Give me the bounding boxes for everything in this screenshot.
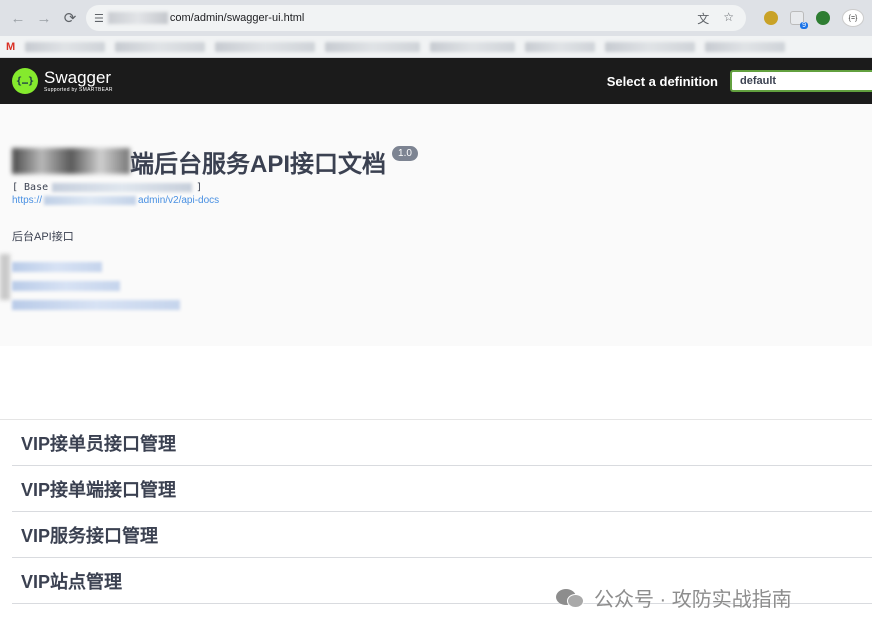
scheme-container: [0, 346, 872, 420]
api-description: 后台API接口: [12, 231, 74, 243]
contact-links: [12, 262, 860, 310]
redacted-api-host: [44, 196, 137, 205]
api-docs-link[interactable]: https:// admin/v2/api-docs: [12, 195, 860, 206]
json-extension-icon[interactable]: {=}: [842, 9, 864, 27]
logo-title: Swagger: [44, 68, 112, 87]
contact-link[interactable]: [12, 300, 180, 310]
watermark: 公众号 · 攻防实战指南: [556, 583, 792, 612]
reload-icon[interactable]: ⟳: [60, 7, 80, 29]
wechat-icon: [556, 587, 586, 609]
bookmark-item[interactable]: [325, 41, 421, 52]
back-icon[interactable]: ←: [8, 7, 28, 29]
version-badge: 1.0: [392, 146, 418, 161]
bookmarks-bar: M: [0, 36, 872, 58]
browser-toolbar: ← → ⟳ ☰ com/admin/swagger-ui.html 文 ☆ 9 …: [0, 0, 872, 36]
api-docs-prefix[interactable]: https://: [12, 195, 42, 206]
site-info-icon[interactable]: ☰: [94, 12, 104, 25]
redacted-base-url: [52, 183, 193, 192]
extension-icon[interactable]: [764, 11, 778, 25]
bookmark-item[interactable]: [705, 41, 786, 52]
tag-section[interactable]: VIP接单端接口管理: [12, 466, 872, 512]
tag-section[interactable]: VIP接单员接口管理: [12, 420, 872, 466]
bookmark-item[interactable]: [25, 41, 106, 52]
swagger-logo[interactable]: {…} Swagger Supported by SMARTBEAR: [12, 68, 113, 94]
extensions-area: 9 {=}: [764, 9, 864, 29]
forward-icon[interactable]: →: [34, 7, 54, 29]
swagger-topbar: {…} Swagger Supported by SMARTBEAR Selec…: [0, 58, 872, 104]
api-info-section: 端后台服务API接口文档 1.0 [ Base ] https:// admin…: [0, 104, 872, 346]
bookmark-item[interactable]: [115, 41, 206, 52]
watermark-text: 公众号 · 攻防实战指南: [594, 589, 792, 611]
contact-link[interactable]: [12, 262, 102, 272]
bookmark-star-icon[interactable]: ☆: [723, 10, 734, 27]
redacted-edge: [0, 254, 10, 300]
bookmark-item[interactable]: [525, 41, 596, 52]
translate-icon[interactable]: 文: [697, 10, 709, 27]
api-docs-suffix[interactable]: admin/v2/api-docs: [138, 195, 219, 206]
bookmark-item[interactable]: [215, 41, 316, 52]
swagger-logo-icon: {…}: [12, 68, 38, 94]
address-bar[interactable]: ☰ com/admin/swagger-ui.html 文 ☆: [86, 5, 746, 31]
url-text: com/admin/swagger-ui.html: [169, 12, 305, 24]
base-url-prefix: [ Base: [12, 182, 49, 193]
bookmark-item[interactable]: [430, 41, 516, 52]
redacted-title-prefix: [12, 148, 130, 174]
bookmark-item[interactable]: [605, 41, 696, 52]
operation-tags: VIP接单员接口管理 VIP接单端接口管理 VIP服务接口管理 VIP站点管理: [0, 420, 872, 604]
redacted-domain: [107, 12, 168, 24]
base-url: [ Base ]: [12, 182, 860, 193]
definition-select[interactable]: default: [730, 70, 872, 92]
base-url-suffix: ]: [196, 182, 203, 193]
extension-icon[interactable]: [816, 11, 830, 25]
extension-badge-icon[interactable]: 9: [790, 11, 808, 29]
definition-label: Select a definition: [606, 73, 718, 89]
tag-section[interactable]: VIP服务接口管理: [12, 512, 872, 558]
contact-link[interactable]: [12, 281, 120, 291]
gmail-bookmark-icon[interactable]: M: [6, 41, 15, 53]
page-title: 端后台服务API接口文档: [130, 151, 387, 178]
definition-selector: Select a definition default: [607, 70, 872, 92]
logo-subtitle: Supported by SMARTBEAR: [44, 87, 113, 93]
